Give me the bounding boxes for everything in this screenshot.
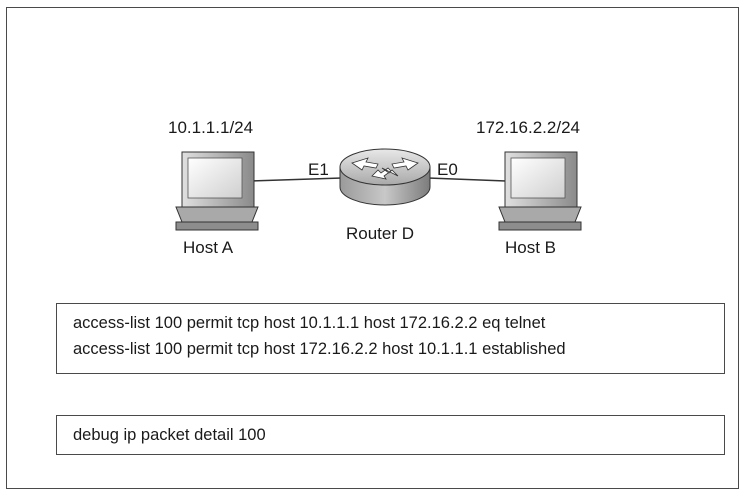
host-b-ip-label: 172.16.2.2/24	[476, 118, 580, 137]
host-a-ip-label: 10.1.1.1/24	[168, 118, 254, 137]
router-left-interface-label: E1	[308, 160, 329, 179]
host-a-computer-icon	[175, 151, 259, 231]
debug-command-text: debug ip packet detail 100	[73, 426, 266, 444]
network-diagram	[175, 148, 582, 231]
router-right-interface-label: E0	[437, 160, 458, 179]
host-b-name-label: Host B	[505, 238, 557, 257]
acl-line: access-list 100 permit tcp host 10.1.1.1…	[73, 314, 546, 332]
acl-config-box: access-list 100 permit tcp host 10.1.1.1…	[56, 303, 725, 374]
host-b-computer-icon	[498, 151, 582, 231]
debug-command-box: debug ip packet detail 100	[56, 415, 725, 455]
acl-line: access-list 100 permit tcp host 172.16.2…	[73, 340, 566, 358]
router-name-label: Router D	[346, 224, 415, 243]
router-icon	[339, 148, 431, 206]
host-a-name-label: Host A	[183, 238, 234, 257]
